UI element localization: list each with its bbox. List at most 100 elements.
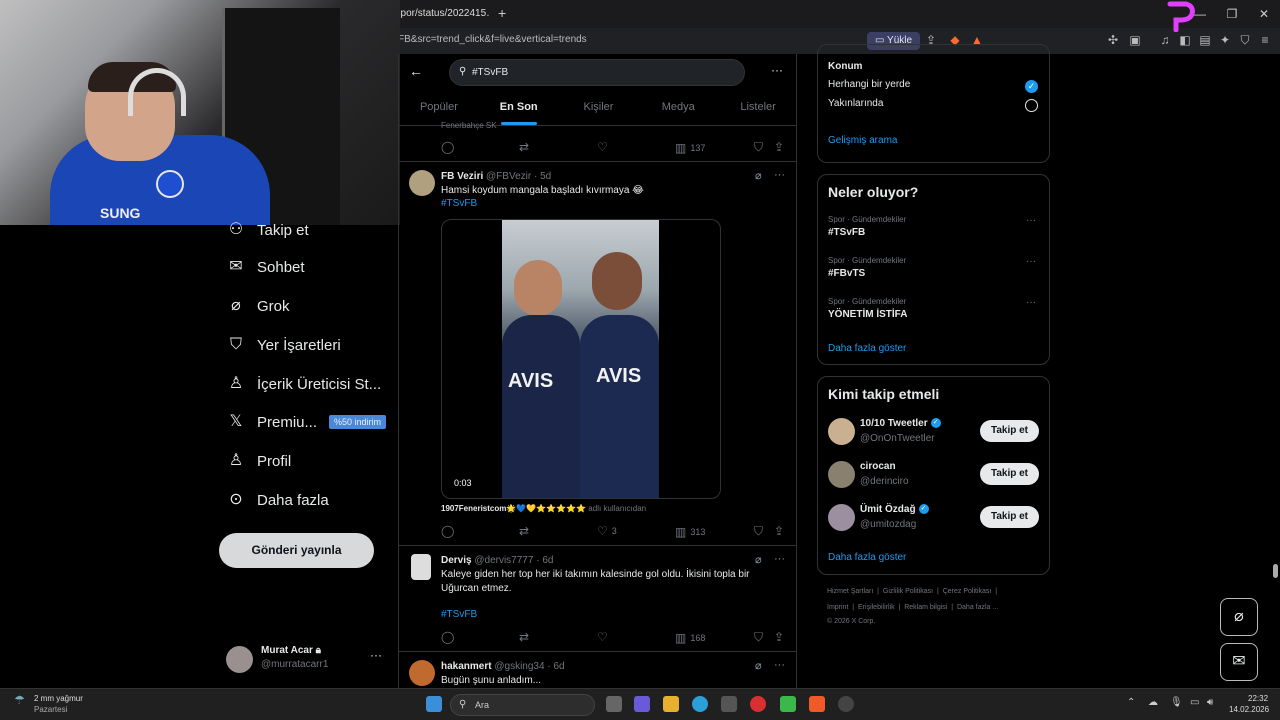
media-attribution-user[interactable]: 1907Feneristcom🌟💙💛⭐⭐⭐⭐⭐	[441, 504, 586, 513]
tweet-hashtag[interactable]: #TSvFB	[441, 609, 477, 620]
trends-show-more[interactable]: Daha fazla göster	[828, 343, 906, 354]
nav-item-follow[interactable]: ⚇ Takip et	[226, 220, 309, 240]
microphone-icon[interactable]: 🎙︎	[1170, 697, 1183, 708]
views-stat[interactable]: ▥ 313	[675, 525, 705, 539]
bookmark-tweet-icon[interactable]: ⛉	[754, 630, 767, 645]
play-icon[interactable]	[780, 696, 796, 712]
search-settings-icon[interactable]: ···	[771, 63, 783, 77]
trend-more-icon[interactable]: ···	[1026, 297, 1036, 308]
who-to-follow-show-more[interactable]: Daha fazla göster	[828, 552, 906, 563]
account-switcher[interactable]: Murat Acar 🔒︎ @murratacarr1 ···	[226, 642, 386, 678]
search-input[interactable]: ⚲ #TSvFB	[449, 59, 745, 86]
close-icon[interactable]: ✕	[1248, 0, 1280, 28]
nav-item-creator-studio[interactable]: ♙ İçerik Üreticisi St...	[226, 374, 381, 394]
footer-link[interactable]: Çerez Politikası	[943, 588, 992, 595]
retweet-icon[interactable]: ⇄	[519, 140, 533, 154]
share-tweet-icon[interactable]: ⇪	[774, 630, 788, 644]
nav-item-bookmarks[interactable]: ⛉ Yer İşaretleri	[226, 335, 341, 355]
screenshot-icon[interactable]: ▣	[1128, 33, 1142, 47]
network-icon[interactable]: ▭	[1190, 697, 1199, 708]
brave-icon[interactable]	[809, 696, 825, 712]
retweet-icon[interactable]: ⇄	[519, 630, 533, 644]
more-dots-icon[interactable]: ···	[370, 648, 382, 662]
footer-link[interactable]: Erişilebilirlik	[858, 604, 895, 611]
tray-chevron-icon[interactable]: ⌃	[1127, 697, 1135, 708]
media-player-icon[interactable]	[750, 696, 766, 712]
views-stat[interactable]: ▥ 168	[675, 631, 705, 645]
location-option-anywhere[interactable]: Herhangi bir yerde	[828, 79, 910, 90]
footer-link[interactable]: Imprint	[827, 604, 848, 611]
tab-people[interactable]: Kişiler	[559, 96, 639, 125]
clock-time[interactable]: 22:32	[1248, 694, 1268, 703]
grok-explain-icon[interactable]: ⌀	[755, 169, 762, 182]
trend-more-icon[interactable]: ···	[1026, 215, 1036, 226]
music-icon[interactable]: ♫	[1158, 33, 1172, 47]
bookmark-tweet-icon[interactable]: ⛉	[754, 524, 767, 539]
nav-item-profile[interactable]: ♙ Profil	[226, 451, 291, 471]
footer-link[interactable]: Gizlilik Politikası	[883, 588, 933, 595]
retweet-icon[interactable]: ⇄	[519, 524, 533, 538]
maximize-icon[interactable]: ❐	[1216, 0, 1248, 28]
obs-icon[interactable]	[838, 696, 854, 712]
vpn-icon[interactable]: ⛉	[1238, 33, 1252, 47]
reply-icon[interactable]: ◯	[441, 524, 458, 538]
address-bar[interactable]: FB&src=trend_click&f=live&vertical=trend…	[390, 30, 870, 50]
trend-more-icon[interactable]: ···	[1026, 256, 1036, 267]
tab-lists[interactable]: Listeler	[718, 96, 796, 125]
page-scrollbar[interactable]	[1271, 54, 1280, 688]
views-stat[interactable]: ▥ 137	[675, 141, 705, 155]
tweet-hashtag[interactable]: #TSvFB	[441, 198, 477, 209]
follow-button[interactable]: Takip et	[980, 420, 1039, 442]
nav-item-grok[interactable]: ⌀ Grok	[226, 296, 289, 316]
messages-fab-button[interactable]: ✉	[1220, 643, 1258, 681]
trend-item[interactable]: Spor · Gündemdekiler #TSvFB	[828, 215, 906, 238]
back-arrow-icon[interactable]: ←	[409, 63, 423, 79]
reply-icon[interactable]: ◯	[441, 630, 458, 644]
tweet-more-icon[interactable]: ···	[774, 169, 785, 181]
radio-unchecked-icon[interactable]	[1025, 99, 1038, 112]
trend-item[interactable]: Spor · Gündemdekiler #FBvTS	[828, 256, 906, 279]
grok-fab-button[interactable]: ⌀	[1220, 598, 1258, 636]
bookmark-tweet-icon[interactable]: ⛉	[754, 140, 767, 155]
windows-start-icon[interactable]	[426, 696, 442, 712]
grok-explain-icon[interactable]: ⌀	[755, 659, 762, 672]
footer-link[interactable]: Reklam bilgisi	[904, 604, 947, 611]
footer-link[interactable]: Hizmet Şartları	[827, 588, 873, 595]
volume-icon[interactable]: 🔊︎	[1207, 697, 1213, 708]
copilot-icon[interactable]	[634, 696, 650, 712]
suggested-user-name[interactable]: cirocan	[860, 461, 896, 472]
radio-checked-icon[interactable]: ✓	[1025, 80, 1038, 93]
scrollbar-thumb[interactable]	[1273, 564, 1278, 578]
nav-item-premium[interactable]: 𝕏 Premiu... %50 indirim	[226, 412, 387, 432]
follow-button[interactable]: Takip et	[980, 463, 1039, 485]
share-tweet-icon[interactable]: ⇪	[774, 524, 788, 538]
task-view-icon[interactable]	[606, 696, 622, 712]
tweet-video[interactable]: AVIS AVIS 0:03	[441, 219, 721, 499]
leo-icon[interactable]: ✦	[1218, 33, 1232, 47]
taskbar-search[interactable]: ⚲ Ara	[450, 694, 595, 716]
like-icon[interactable]: ♡	[597, 630, 612, 644]
location-option-nearby[interactable]: Yakınlarında	[828, 98, 883, 109]
sidebar-icon[interactable]: ◧	[1178, 33, 1192, 47]
advanced-search-link[interactable]: Gelişmiş arama	[828, 135, 897, 146]
suggested-user-name[interactable]: 10/10 Tweetler	[860, 418, 928, 429]
file-explorer-icon[interactable]	[663, 696, 679, 712]
wallet-icon[interactable]: ▤	[1198, 33, 1212, 47]
extensions-icon[interactable]: ✣	[1106, 33, 1120, 47]
menu-icon[interactable]: ≡	[1258, 33, 1272, 47]
grok-explain-icon[interactable]: ⌀	[755, 553, 762, 566]
post-button[interactable]: Gönderi yayınla	[219, 533, 374, 568]
clock-date[interactable]: 14.02.2026	[1229, 705, 1269, 714]
suggested-user-name[interactable]: Ümit Özdağ	[860, 504, 916, 515]
nav-item-more[interactable]: ⊙ Daha fazla	[226, 490, 328, 510]
nav-item-chat[interactable]: ✉ Sohbet	[226, 257, 304, 277]
browser-tab[interactable]: nspor/status/2022415…	[390, 4, 490, 28]
cloud-icon[interactable]: ☁	[1148, 697, 1158, 708]
store-icon[interactable]	[721, 696, 737, 712]
like-stat[interactable]: ♡ 3	[597, 524, 617, 538]
footer-link[interactable]: Daha fazla ...	[957, 604, 998, 611]
new-tab-button[interactable]: +	[498, 4, 506, 22]
reply-icon[interactable]: ◯	[441, 140, 458, 154]
follow-button[interactable]: Takip et	[980, 506, 1039, 528]
tweet-more-icon[interactable]: ···	[774, 553, 785, 565]
